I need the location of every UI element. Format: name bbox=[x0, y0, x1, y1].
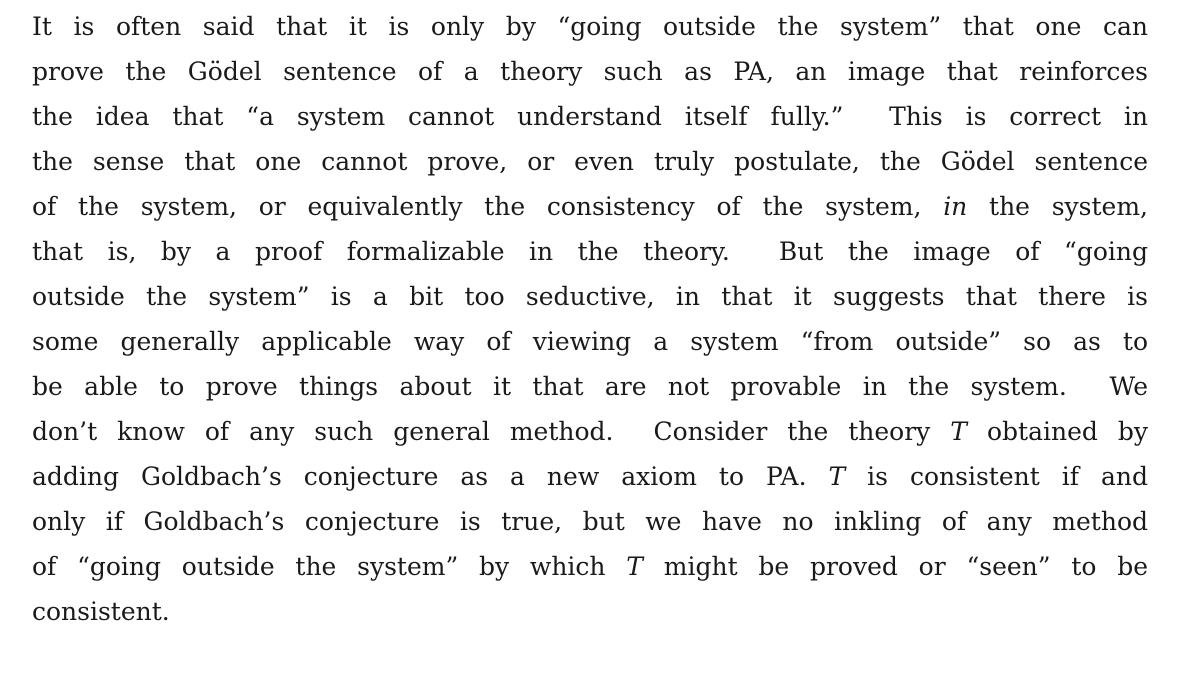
text-span: might be proved or “seen” to be bbox=[642, 552, 1148, 581]
text-line: of the system, or equivalently the consi… bbox=[32, 184, 1148, 229]
text-line: consistent. bbox=[32, 589, 1148, 634]
text-span: outside the system” is a bit too seducti… bbox=[32, 282, 1148, 311]
italic-text: T bbox=[950, 417, 967, 446]
text-line: be able to prove things about it that ar… bbox=[32, 364, 1148, 409]
text-span: obtained by bbox=[966, 417, 1148, 446]
text-line: only if Goldbach’s conjecture is true, b… bbox=[32, 499, 1148, 544]
text-line: that is, by a proof formalizable in the … bbox=[32, 229, 1148, 274]
italic-text: T bbox=[626, 552, 643, 581]
text-span: consistent. bbox=[32, 597, 170, 626]
text-span: the system, bbox=[967, 192, 1148, 221]
text-span: prove the Gödel sentence of a theory suc… bbox=[32, 57, 1148, 86]
text-line: adding Goldbach’s conjecture as a new ax… bbox=[32, 454, 1148, 499]
text-span: be able to prove things about it that ar… bbox=[32, 372, 1148, 401]
text-line: of “going outside the system” by which T… bbox=[32, 544, 1148, 589]
italic-text: T bbox=[828, 462, 846, 491]
text-line: outside the system” is a bit too seducti… bbox=[32, 274, 1148, 319]
text-line: It is often said that it is only by “goi… bbox=[32, 4, 1148, 49]
text-line: the idea that “a system cannot understan… bbox=[32, 94, 1148, 139]
text-span: that is, by a proof formalizable in the … bbox=[32, 237, 1148, 266]
text-span: of “going outside the system” by which bbox=[32, 552, 627, 581]
text-span: the idea that “a system cannot understan… bbox=[32, 102, 1148, 131]
italic-text: in bbox=[943, 192, 968, 221]
text-line: some generally applicable way of viewing… bbox=[32, 319, 1148, 364]
text-span: of the system, or equivalently the consi… bbox=[32, 192, 944, 221]
text-span: is consistent if and bbox=[845, 462, 1148, 491]
text-line: the sense that one cannot prove, or even… bbox=[32, 139, 1148, 184]
body-paragraph: It is often said that it is only by “goi… bbox=[32, 4, 1148, 634]
text-line: prove the Gödel sentence of a theory suc… bbox=[32, 49, 1148, 94]
text-span: It is often said that it is only by “goi… bbox=[32, 12, 1148, 41]
text-span: only if Goldbach’s conjecture is true, b… bbox=[32, 507, 1148, 536]
document-page: It is often said that it is only by “goi… bbox=[32, 4, 1148, 644]
text-line: don’t know of any such general method. C… bbox=[32, 409, 1148, 454]
text-span: adding Goldbach’s conjecture as a new ax… bbox=[32, 462, 829, 491]
text-span: the sense that one cannot prove, or even… bbox=[32, 147, 1148, 176]
text-span: some generally applicable way of viewing… bbox=[32, 327, 1148, 356]
text-span: don’t know of any such general method. C… bbox=[32, 417, 951, 446]
